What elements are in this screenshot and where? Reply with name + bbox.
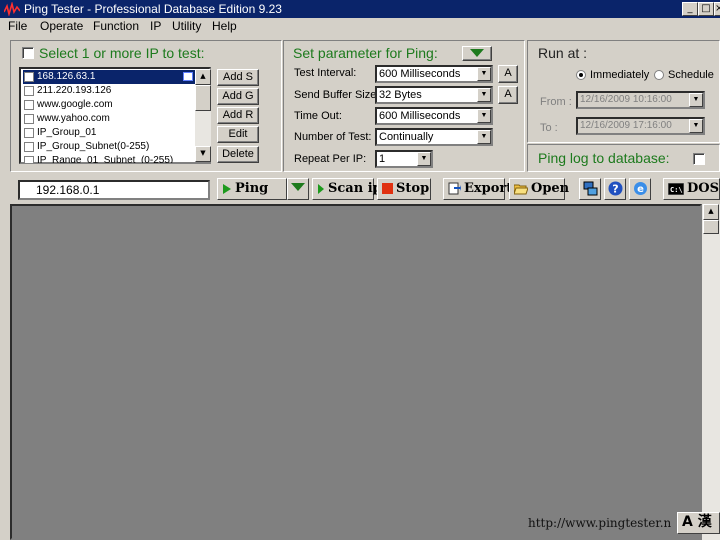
app-window: Ping Tester - Professional Database Edit… bbox=[0, 0, 720, 540]
chevron-down-icon bbox=[291, 183, 305, 191]
chevron-down-icon[interactable]: ▼ bbox=[689, 93, 703, 107]
folder-open-icon bbox=[514, 184, 528, 194]
menu-bar: File Operate Function IP Utility Help bbox=[0, 18, 720, 36]
results-scrollbar[interactable]: ▲ bbox=[702, 204, 720, 540]
menu-help[interactable]: Help bbox=[212, 19, 237, 33]
app-logo-icon bbox=[4, 2, 20, 16]
ping-button[interactable]: Ping bbox=[217, 178, 287, 200]
window-title: Ping Tester - Professional Database Edit… bbox=[24, 2, 282, 16]
edit-button[interactable]: Edit bbox=[217, 126, 259, 143]
menu-file[interactable]: File bbox=[8, 19, 27, 33]
scroll-thumb[interactable] bbox=[195, 85, 211, 111]
list-item[interactable]: 168.126.63.1 bbox=[23, 70, 195, 84]
maximize-button[interactable]: □ bbox=[698, 2, 714, 16]
open-button[interactable]: Open bbox=[509, 178, 569, 200]
to-label: To : bbox=[540, 122, 558, 134]
help-button[interactable]: ? bbox=[604, 178, 626, 200]
chevron-down-icon bbox=[470, 49, 484, 57]
select-all-checkbox[interactable] bbox=[22, 47, 34, 59]
from-datetime[interactable]: 12/16/2009 10:16:00 ▼ bbox=[576, 91, 705, 109]
scroll-up-icon[interactable]: ▲ bbox=[703, 204, 719, 220]
ip-select-heading: Select 1 or more IP to test: bbox=[39, 45, 205, 61]
time-out-label: Time Out: bbox=[294, 110, 342, 122]
dos-button[interactable]: C:\ DOS bbox=[663, 178, 720, 200]
test-interval-a-button[interactable]: A bbox=[498, 65, 518, 83]
svg-text:C:\: C:\ bbox=[670, 186, 683, 194]
list-item[interactable]: IP_Group_Subnet(0-255) bbox=[23, 140, 195, 154]
chevron-down-icon[interactable]: ▼ bbox=[477, 67, 491, 81]
website-url[interactable]: http://www.pingtester.n bbox=[528, 516, 671, 530]
list-item[interactable]: IP_Range_01_Subnet_(0-255) bbox=[23, 154, 195, 163]
svg-text:?: ? bbox=[612, 183, 618, 196]
from-label: From : bbox=[540, 96, 572, 108]
chevron-down-icon[interactable]: ▼ bbox=[477, 109, 491, 123]
add-g-button[interactable]: Add G bbox=[217, 88, 259, 105]
help-icon: ? bbox=[608, 181, 623, 196]
selected-marker-icon bbox=[183, 72, 193, 81]
schedule-label: Schedule bbox=[668, 69, 714, 81]
network-button[interactable] bbox=[579, 178, 601, 200]
ip-list[interactable]: 168.126.63.1 211.220.193.126 www.google.… bbox=[19, 67, 211, 164]
chevron-down-icon[interactable]: ▼ bbox=[477, 130, 491, 144]
send-buffer-select[interactable]: 32 Bytes ▼ bbox=[375, 86, 493, 104]
ip-list-scrollbar[interactable]: ▲ ▼ bbox=[195, 69, 211, 162]
scan-ip-button[interactable]: Scan ip bbox=[312, 178, 382, 200]
ping-log-label: Ping log to database: bbox=[538, 150, 670, 166]
delete-button[interactable]: Delete bbox=[217, 146, 259, 163]
minimize-button[interactable]: _ bbox=[682, 2, 698, 16]
play-icon bbox=[223, 183, 231, 194]
list-item[interactable]: www.yahoo.com bbox=[23, 112, 195, 126]
network-icon bbox=[583, 181, 598, 196]
close-button[interactable]: × bbox=[714, 2, 720, 16]
results-area[interactable] bbox=[10, 204, 702, 540]
scroll-thumb[interactable] bbox=[703, 220, 719, 234]
scroll-up-icon[interactable]: ▲ bbox=[195, 69, 211, 85]
to-datetime[interactable]: 12/16/2009 17:16:00 ▼ bbox=[576, 117, 705, 135]
number-of-test-select[interactable]: Continually ▼ bbox=[375, 128, 493, 146]
stop-button[interactable]: Stop bbox=[377, 178, 431, 200]
send-buffer-label: Send Buffer Size: bbox=[294, 89, 380, 101]
menu-function[interactable]: Function bbox=[93, 19, 139, 33]
console-icon: C:\ bbox=[668, 182, 684, 195]
stop-icon bbox=[382, 183, 393, 194]
list-item[interactable]: www.google.com bbox=[23, 98, 195, 112]
list-item[interactable]: IP_Group_01 bbox=[23, 126, 195, 140]
ime-indicator[interactable]: A 漢 bbox=[677, 512, 720, 534]
repeat-per-ip-select[interactable]: 1 ▼ bbox=[375, 150, 433, 168]
internet-explorer-icon: e bbox=[634, 182, 647, 195]
immediately-label: Immediately bbox=[590, 69, 650, 81]
chevron-down-icon[interactable]: ▼ bbox=[689, 119, 703, 133]
params-dropdown-button[interactable] bbox=[462, 46, 492, 61]
list-item[interactable]: 211.220.193.126 bbox=[23, 84, 195, 98]
test-interval-label: Test Interval: bbox=[294, 67, 357, 79]
chevron-down-icon[interactable]: ▼ bbox=[417, 152, 431, 166]
menu-operate[interactable]: Operate bbox=[40, 19, 83, 33]
export-button[interactable]: Export bbox=[443, 178, 512, 200]
menu-utility[interactable]: Utility bbox=[172, 19, 201, 33]
ping-options-button[interactable] bbox=[287, 178, 309, 200]
add-s-button[interactable]: Add S bbox=[217, 69, 259, 86]
menu-ip[interactable]: IP bbox=[150, 19, 161, 33]
time-out-select[interactable]: 600 Milliseconds ▼ bbox=[375, 107, 493, 125]
add-r-button[interactable]: Add R bbox=[217, 107, 259, 124]
scroll-down-icon[interactable]: ▼ bbox=[195, 146, 211, 162]
number-of-test-label: Number of Test: bbox=[294, 131, 372, 143]
send-buffer-a-button[interactable]: A bbox=[498, 86, 518, 104]
svg-text:e: e bbox=[637, 184, 644, 195]
run-at-heading: Run at : bbox=[538, 45, 588, 61]
repeat-per-ip-label: Repeat Per IP: bbox=[294, 153, 367, 165]
title-bar: Ping Tester - Professional Database Edit… bbox=[0, 0, 720, 18]
browser-button[interactable]: e bbox=[629, 178, 651, 200]
params-heading: Set parameter for Ping: bbox=[293, 45, 438, 61]
ip-address-input[interactable]: 192.168.0.1 bbox=[18, 180, 210, 200]
chevron-down-icon[interactable]: ▼ bbox=[477, 88, 491, 102]
test-interval-select[interactable]: 600 Milliseconds ▼ bbox=[375, 65, 493, 83]
schedule-radio[interactable] bbox=[654, 70, 664, 80]
play-icon bbox=[318, 183, 324, 194]
immediately-radio[interactable] bbox=[576, 70, 586, 80]
ping-log-checkbox[interactable] bbox=[693, 153, 705, 165]
export-icon bbox=[448, 182, 461, 195]
